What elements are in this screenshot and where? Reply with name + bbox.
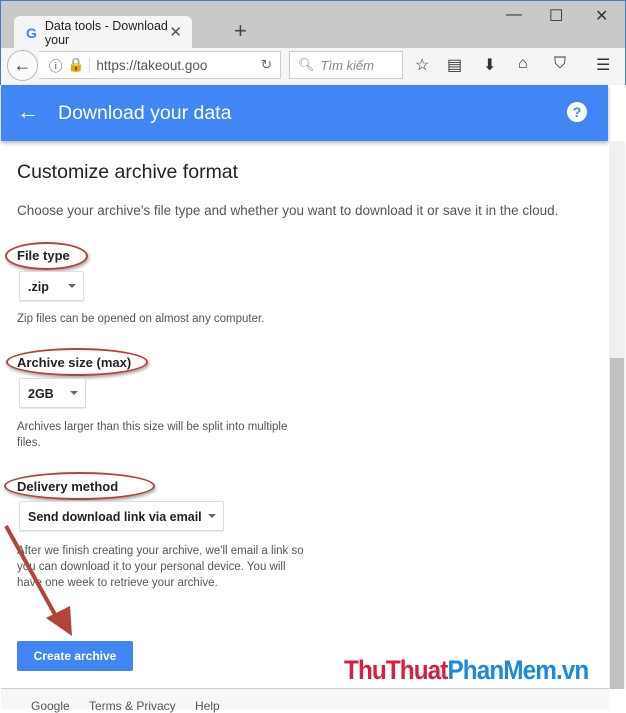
download-icon[interactable]: ⬇ (483, 55, 496, 75)
info-icon[interactable]: ⓘ (49, 55, 63, 75)
url-bar[interactable]: ⓘ 🔒 https://takeout.goo ↻ (39, 51, 281, 79)
page-header: ← Download your data ? (1, 85, 608, 141)
scrollbar-thumb[interactable] (610, 358, 624, 689)
delivery-method-label: Delivery method (17, 479, 119, 494)
footer-terms-link[interactable]: Terms & Privacy (89, 699, 176, 713)
back-arrow-icon[interactable]: ← (17, 99, 39, 125)
archive-size-help: Archives larger than this size will be s… (17, 421, 288, 449)
search-placeholder: Tìm kiếm (320, 57, 374, 73)
dropdown-caret-icon (208, 514, 216, 518)
reading-list-icon[interactable]: ▤ (447, 55, 462, 75)
browser-tab[interactable]: G Data tools - Download your ✕ (14, 16, 192, 49)
file-type-label: File type (17, 248, 70, 263)
archive-size-label: Archive size (max) (17, 355, 132, 370)
file-type-help: Zip files can be opened on almost any co… (17, 313, 265, 325)
dropdown-caret-icon (68, 284, 76, 288)
home-icon[interactable]: ⌂ (518, 55, 528, 73)
watermark-logo: ThuThuatPhanMem.vn (344, 655, 589, 685)
reload-icon[interactable]: ↻ (261, 57, 272, 73)
minimize-icon[interactable]: — (506, 6, 522, 24)
archive-size-select[interactable]: 2GB (19, 378, 86, 408)
section-heading: Customize archive format (17, 161, 239, 183)
close-tab-icon[interactable]: ✕ (169, 23, 182, 41)
search-input[interactable]: 🔍︎ Tìm kiếm (289, 51, 403, 79)
google-icon: G (26, 24, 37, 41)
footer-help-link[interactable]: Help (195, 699, 220, 713)
footer-google-link[interactable]: Google (31, 699, 70, 713)
file-type-value: .zip (28, 280, 49, 294)
bookmark-star-icon[interactable]: ☆ (415, 55, 429, 75)
back-icon[interactable]: ← (7, 50, 38, 81)
create-archive-button[interactable]: Create archive (17, 641, 133, 671)
lock-icon: 🔒 (67, 57, 85, 72)
dropdown-caret-icon (70, 391, 78, 395)
new-tab-icon[interactable]: + (234, 18, 247, 44)
annotation-arrow (4, 525, 72, 636)
page-title: Download your data (58, 102, 232, 124)
file-type-select[interactable]: .zip (19, 271, 84, 301)
close-window-icon[interactable]: ✕ (595, 6, 608, 26)
help-icon[interactable]: ? (567, 102, 587, 122)
pocket-icon[interactable]: ⛉ (554, 55, 566, 73)
nav-toolbar: ⓘ 🔒 https://takeout.goo ↻ ← 🔍︎ Tìm kiếm … (0, 48, 626, 85)
search-icon: 🔍︎ (298, 57, 315, 72)
section-description: Choose your archive's file type and whet… (17, 203, 559, 218)
page-footer: Google Terms & Privacy Help (1, 688, 609, 713)
url-text[interactable]: https://takeout.goo (89, 57, 207, 73)
maximize-icon[interactable]: ☐ (549, 6, 563, 26)
menu-icon[interactable]: ☰ (596, 55, 610, 75)
archive-size-value: 2GB (28, 387, 54, 401)
